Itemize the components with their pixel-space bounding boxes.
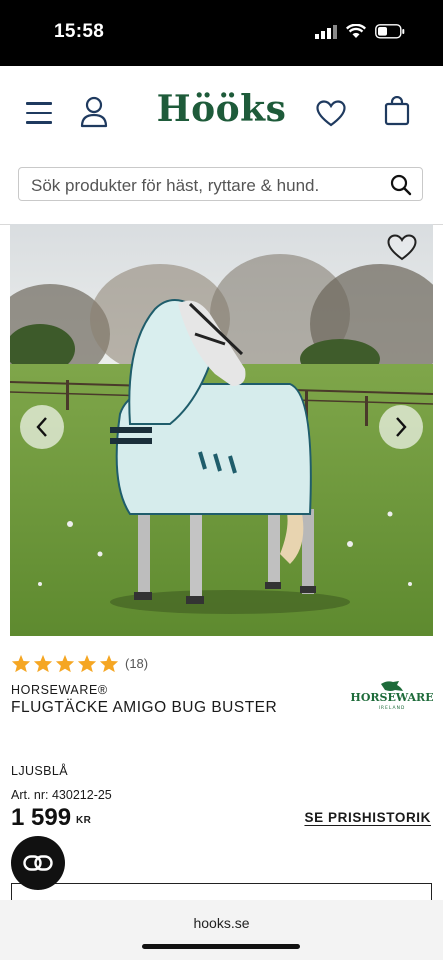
horse-photo — [10, 224, 433, 636]
product-rating[interactable]: (18) — [11, 654, 148, 673]
signal-icon — [315, 24, 337, 39]
add-to-wishlist-icon[interactable] — [387, 234, 417, 261]
horse-logo-icon: HORSEWARE IRELAND — [350, 681, 434, 711]
home-indicator[interactable] — [142, 944, 300, 949]
star-icon — [33, 654, 53, 673]
address-url[interactable]: hooks.se — [0, 915, 443, 931]
star-icon — [11, 654, 31, 673]
chevron-left-icon — [36, 417, 47, 437]
brand-logo[interactable]: HORSEWARE IRELAND — [350, 678, 434, 712]
site-logo[interactable]: Hööks — [0, 88, 443, 130]
chevron-right-icon — [396, 417, 407, 437]
site-header: Hööks Sök produkter för häst, ryttare & … — [0, 66, 443, 225]
wifi-icon — [346, 24, 366, 38]
star-icon — [55, 654, 75, 673]
next-image-button[interactable] — [379, 405, 423, 449]
variant-label: LJUSBLÅ — [11, 764, 68, 778]
browser-address-bar[interactable]: hooks.se — [0, 900, 443, 960]
status-icons — [315, 24, 405, 39]
star-icon — [77, 654, 97, 673]
prev-image-button[interactable] — [20, 405, 64, 449]
cart-icon[interactable] — [384, 96, 410, 126]
status-time: 15:58 — [54, 21, 105, 42]
search-placeholder: Sök produkter för häst, ryttare & hund. — [31, 176, 320, 195]
battery-icon — [375, 24, 405, 39]
svg-text:HORSEWARE: HORSEWARE — [351, 691, 433, 704]
search-input[interactable]: Sök produkter för häst, ryttare & hund. — [18, 167, 423, 201]
star-icon — [99, 654, 119, 673]
product-image[interactable] — [10, 224, 433, 636]
price-history-link[interactable]: SE PRISHISTORIK — [304, 810, 431, 825]
review-count[interactable]: (18) — [125, 656, 148, 671]
chat-icon — [23, 855, 53, 871]
product-title: FLUGTÄCKE AMIGO BUG BUSTER — [11, 699, 278, 716]
product-price: 1 599 — [11, 804, 72, 831]
price-currency: KR — [76, 815, 92, 826]
search-icon[interactable] — [390, 174, 412, 196]
article-number: Art. nr: 430212-25 — [11, 788, 112, 802]
svg-text:IRELAND: IRELAND — [379, 705, 406, 711]
product-brand[interactable]: HORSEWARE® — [11, 683, 108, 697]
chat-button[interactable] — [11, 836, 65, 890]
status-bar: 15:58 — [0, 0, 443, 66]
wishlist-icon[interactable] — [316, 100, 346, 127]
